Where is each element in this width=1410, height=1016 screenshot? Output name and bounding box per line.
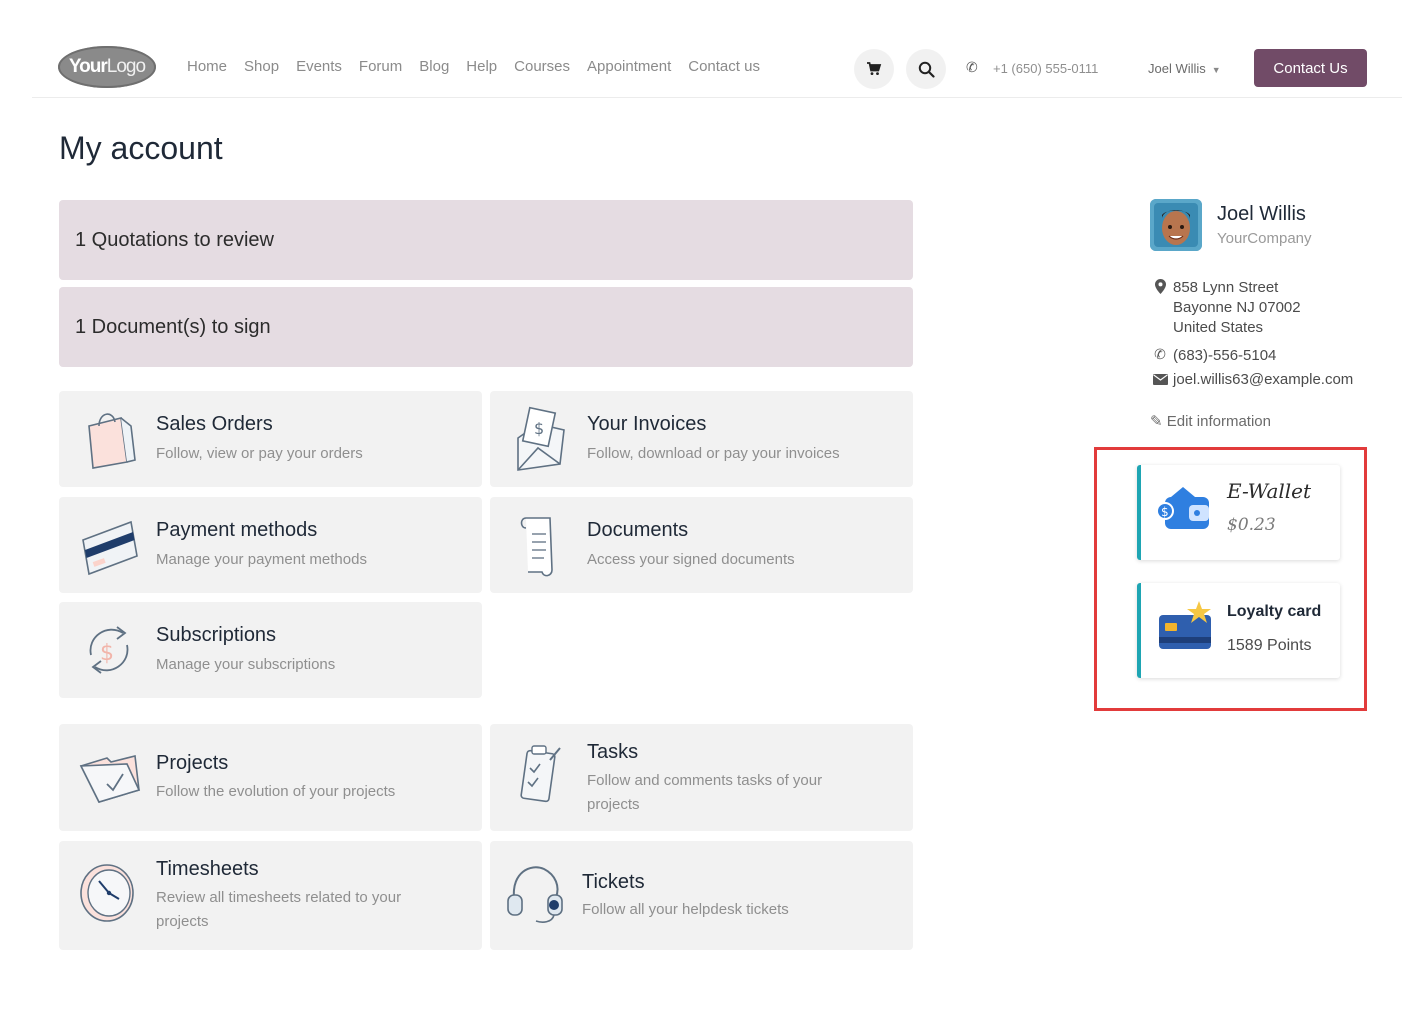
card-sales-orders[interactable]: Sales Orders Follow, view or pay your or… xyxy=(59,391,482,487)
nav-forum[interactable]: Forum xyxy=(359,58,402,75)
card-title: Payment methods xyxy=(156,519,318,541)
pencil-icon: ✎ xyxy=(1150,413,1163,430)
wallet-icon: $ xyxy=(1156,487,1209,529)
nav-blog[interactable]: Blog xyxy=(419,58,449,75)
cart-button[interactable] xyxy=(854,49,894,89)
caret-down-icon: ▼ xyxy=(1211,65,1221,75)
loyalty-card-title: Loyalty card xyxy=(1227,603,1322,620)
card-tickets[interactable]: Tickets Follow all your helpdesk tickets xyxy=(490,841,913,950)
nav-shop[interactable]: Shop xyxy=(244,58,279,75)
card-subscriptions[interactable]: $ Subscriptions Manage your subscription… xyxy=(59,602,482,698)
nav-home[interactable]: Home xyxy=(187,58,227,75)
nav-events[interactable]: Events xyxy=(296,58,342,75)
card-title: Sales Orders xyxy=(156,413,273,435)
card-timesheets[interactable]: Timesheets Review all timesheets related… xyxy=(59,841,482,950)
search-button[interactable] xyxy=(906,49,946,89)
edit-information-label: Edit information xyxy=(1166,413,1271,430)
card-title: Tickets xyxy=(582,871,645,893)
page-title: My account xyxy=(59,130,223,166)
card-title: Projects xyxy=(156,752,229,774)
user-avatar-image xyxy=(1150,199,1202,251)
profile-phone[interactable]: (683)-556-5104 xyxy=(1173,347,1276,364)
documents-to-sign-alert[interactable]: 1 Document(s) to sign xyxy=(59,287,913,367)
svg-text:$: $ xyxy=(534,419,544,438)
address-line: Bayonne NJ 07002 xyxy=(1173,299,1301,316)
card-description: Follow, view or pay your orders xyxy=(156,445,363,462)
address-line: United States xyxy=(1173,319,1264,336)
main-menu: Home Shop Events Forum Blog Help Courses… xyxy=(187,58,777,75)
headset-icon xyxy=(507,866,563,923)
scroll-document-icon xyxy=(520,517,553,577)
nav-appointment[interactable]: Appointment xyxy=(587,58,671,75)
svg-text:$: $ xyxy=(1161,505,1169,519)
map-marker-icon xyxy=(1152,279,1168,297)
quotations-alert[interactable]: 1 Quotations to review xyxy=(59,200,913,280)
recurring-payment-icon: $ xyxy=(89,626,129,674)
card-description: Manage your subscriptions xyxy=(156,656,336,673)
user-name: Joel Willis xyxy=(1148,61,1206,76)
user-dropdown[interactable]: Joel Willis ▼ xyxy=(1148,61,1221,76)
address-line: 858 Lynn Street xyxy=(1173,279,1279,296)
logo-bold-text: Your xyxy=(68,56,108,77)
top-navbar: Your Logo Home Shop Events Forum Blog Hel… xyxy=(32,40,1402,98)
card-title: Your Invoices xyxy=(587,413,707,435)
card-title: Timesheets xyxy=(156,858,259,880)
clock-icon xyxy=(80,864,134,922)
card-documents[interactable]: Documents Access your signed documents xyxy=(490,497,913,593)
envelope-icon xyxy=(1152,372,1168,388)
e-wallet-balance: $0.23 xyxy=(1227,515,1276,535)
search-icon xyxy=(918,61,935,78)
cart-icon xyxy=(867,62,882,75)
shopping-bag-icon xyxy=(88,413,136,469)
edit-information-link[interactable]: ✎ Edit information xyxy=(1150,412,1271,430)
logo-light-text: Logo xyxy=(106,56,146,77)
profile-name: Joel Willis xyxy=(1217,203,1306,225)
contact-us-button[interactable]: Contact Us xyxy=(1254,49,1367,87)
svg-text:$: $ xyxy=(100,641,114,666)
loyalty-card-points: 1589 Points xyxy=(1227,637,1312,654)
nav-help[interactable]: Help xyxy=(466,58,497,75)
nav-courses[interactable]: Courses xyxy=(514,58,570,75)
e-wallet-card[interactable]: $ E-Wallet $0.23 xyxy=(1137,465,1340,560)
invoice-envelope-icon: $ xyxy=(517,406,565,471)
card-description: Follow the evolution of your projects xyxy=(156,783,396,800)
avatar xyxy=(1150,199,1202,251)
phone-icon: ✆ xyxy=(1154,346,1166,362)
card-projects[interactable]: Projects Follow the evolution of your pr… xyxy=(59,724,482,831)
credit-card-icon xyxy=(82,520,138,576)
profile-email[interactable]: joel.willis63@example.com xyxy=(1173,371,1353,388)
e-wallet-title: E-Wallet xyxy=(1227,479,1312,503)
card-tasks[interactable]: Tasks Follow and comments tasks of your … xyxy=(490,724,913,831)
profile-company: YourCompany xyxy=(1217,230,1312,247)
loyalty-card[interactable]: Loyalty card 1589 Points xyxy=(1137,583,1340,678)
card-description: Follow, download or pay your invoices xyxy=(587,445,840,462)
loyalty-card-icon xyxy=(1159,601,1211,649)
nav-contact-us[interactable]: Contact us xyxy=(688,58,760,75)
task-checklist-icon xyxy=(520,745,561,803)
card-title: Documents xyxy=(587,519,689,541)
header-phone[interactable]: +1 (650) 555-0111 xyxy=(993,61,1098,76)
card-your-invoices[interactable]: $ Your Invoices Follow, download or pay … xyxy=(490,391,913,487)
card-description: Review all timesheets related to your pr… xyxy=(156,889,402,930)
phone-icon: ✆ xyxy=(966,59,978,75)
card-title: Tasks xyxy=(587,741,639,763)
card-description: Follow all your helpdesk tickets xyxy=(582,901,789,918)
card-description: Manage your payment methods xyxy=(156,551,367,568)
card-description: Follow and comments tasks of your projec… xyxy=(587,772,823,813)
card-description: Access your signed documents xyxy=(587,551,795,568)
card-title: Subscriptions xyxy=(156,624,277,646)
folder-check-icon xyxy=(79,755,141,803)
site-logo[interactable]: Your Logo xyxy=(58,46,156,88)
card-payment-methods[interactable]: Payment methods Manage your payment meth… xyxy=(59,497,482,593)
